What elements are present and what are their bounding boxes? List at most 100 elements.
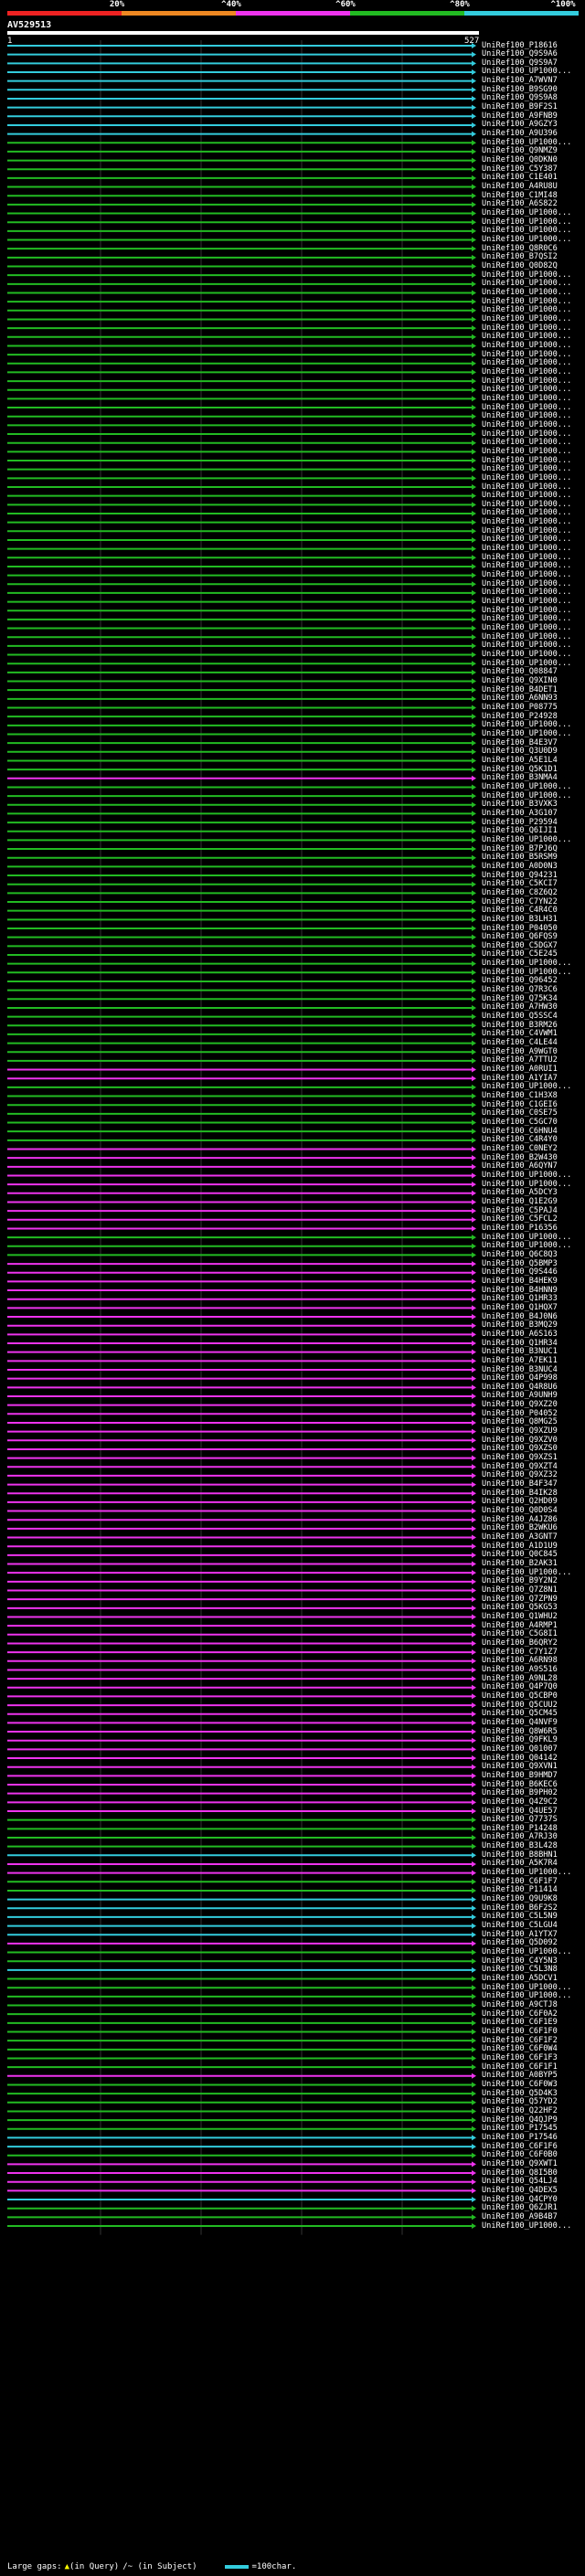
hit-label[interactable]: UniRef100_UP1000...	[482, 1083, 571, 1091]
hit-label[interactable]: UniRef100_Q9FKL9	[482, 1736, 558, 1744]
hit-label[interactable]: UniRef100_B7QSI2	[482, 253, 558, 261]
hit-label[interactable]: UniRef100_UP1000...	[482, 1180, 571, 1189]
hit-label[interactable]: UniRef100_P17546	[482, 2133, 558, 2142]
hit-label[interactable]: UniRef100_C4R4Y0	[482, 1136, 558, 1144]
hit-label[interactable]: UniRef100_C6F1F0	[482, 2028, 558, 2036]
hit-label[interactable]: UniRef100_B3L428	[482, 1842, 558, 1850]
hit-label[interactable]: UniRef100_UP1000...	[482, 341, 571, 350]
hit-label[interactable]: UniRef100_Q8R0C6	[482, 244, 558, 253]
hit-label[interactable]: UniRef100_Q9XZU9	[482, 1427, 558, 1436]
hit-label[interactable]: UniRef100_Q1HQX7	[482, 1303, 558, 1312]
hit-label[interactable]: UniRef100_Q7R3C6	[482, 986, 558, 994]
hit-label[interactable]: UniRef100_Q1HR33	[482, 1295, 558, 1303]
hit-label[interactable]: UniRef100_UP1000...	[482, 314, 571, 323]
hit-label[interactable]: UniRef100_A0D0N3	[482, 862, 558, 871]
hit-label[interactable]: UniRef100_UP1000...	[482, 632, 571, 641]
hit-label[interactable]: UniRef100_Q96452	[482, 977, 558, 985]
hit-label[interactable]: UniRef100_Q9S9A7	[482, 58, 558, 68]
hit-label[interactable]: UniRef100_A6S163	[482, 1330, 558, 1339]
hit-label[interactable]: UniRef100_C5LGU4	[482, 1922, 558, 1930]
hit-label[interactable]: UniRef100_UP1000...	[482, 571, 571, 579]
hit-label[interactable]: UniRef100_A5E1L4	[482, 756, 558, 765]
hit-label[interactable]: UniRef100_Q4R8U6	[482, 1383, 558, 1392]
hit-label[interactable]: UniRef100_Q9XVN1	[482, 1763, 558, 1771]
hit-label[interactable]: UniRef100_Q5D092	[482, 1939, 558, 1947]
hit-label[interactable]: UniRef100_A3GNT7	[482, 1533, 558, 1542]
hit-label[interactable]: UniRef100_UP1000...	[482, 791, 571, 800]
hit-label[interactable]: UniRef100_B9SG90	[482, 85, 558, 94]
hit-label[interactable]: UniRef100_C6F1F3	[482, 2053, 558, 2062]
hit-label[interactable]: UniRef100_A6RN98	[482, 1657, 558, 1665]
hit-label[interactable]: UniRef100_Q8W6R5	[482, 1727, 558, 1736]
hit-label[interactable]: UniRef100_C5DGX7	[482, 941, 558, 950]
hit-label[interactable]: UniRef100_C7YN22	[482, 897, 558, 906]
hit-label[interactable]: UniRef100_UP1000...	[482, 350, 571, 359]
hit-label[interactable]: UniRef100_A4RMP1	[482, 1621, 558, 1630]
hit-label[interactable]: UniRef100_UP1000...	[482, 1869, 571, 1877]
hit-label[interactable]: UniRef100_A5DCV1	[482, 1975, 558, 1983]
hit-label[interactable]: UniRef100_Q5K1D1	[482, 765, 558, 774]
hit-label[interactable]: UniRef100_UP1000...	[482, 659, 571, 668]
hit-label[interactable]: UniRef100_B4HEK9	[482, 1277, 558, 1286]
hit-label[interactable]: UniRef100_UP1000...	[482, 579, 571, 588]
hit-label[interactable]: UniRef100_Q6IJI1	[482, 827, 558, 835]
hit-label[interactable]: UniRef100_Q0D82Q	[482, 262, 558, 270]
hit-label[interactable]: UniRef100_UP1000...	[482, 1242, 571, 1250]
hit-label[interactable]: UniRef100_B6F2S2	[482, 1903, 558, 1913]
hit-label[interactable]: UniRef100_Q6C8Q3	[482, 1250, 558, 1259]
hit-label[interactable]: UniRef100_Q8MG25	[482, 1418, 558, 1426]
hit-label[interactable]: UniRef100_UP1000...	[482, 509, 571, 517]
hit-label[interactable]: UniRef100_UP1000...	[482, 429, 571, 439]
hit-label[interactable]: UniRef100_A9S516	[482, 1665, 558, 1674]
hit-label[interactable]: UniRef100_A6QYN7	[482, 1162, 558, 1171]
hit-label[interactable]: UniRef100_UP1000...	[482, 500, 571, 509]
hit-label[interactable]: UniRef100_Q9XZ32	[482, 1471, 558, 1479]
hit-label[interactable]: UniRef100_UP1000...	[482, 456, 571, 465]
hit-label[interactable]: UniRef100_Q3U0D9	[482, 747, 558, 756]
hit-label[interactable]: UniRef100_Q1WHU2	[482, 1612, 558, 1621]
hit-label[interactable]: UniRef100_UP1000...	[482, 588, 571, 597]
hit-label[interactable]: UniRef100_UP1000...	[482, 288, 571, 297]
hit-label[interactable]: UniRef100_Q01007	[482, 1744, 558, 1754]
hit-label[interactable]: UniRef100_UP1000...	[482, 447, 571, 456]
hit-label[interactable]: UniRef100_Q0D0S4	[482, 1507, 558, 1515]
hit-label[interactable]: UniRef100_C7Y1Z7	[482, 1648, 558, 1657]
hit-label[interactable]: UniRef100_B3MQ29	[482, 1321, 558, 1330]
hit-label[interactable]: UniRef100_C1E401	[482, 174, 558, 182]
hit-label[interactable]: UniRef100_Q54LJ4	[482, 2178, 558, 2186]
hit-label[interactable]: UniRef100_UP1000...	[482, 2221, 571, 2231]
hit-label[interactable]: UniRef100_A9NL28	[482, 1674, 558, 1683]
hit-label[interactable]: UniRef100_C4R4C0	[482, 906, 558, 915]
hit-label[interactable]: UniRef100_C5L5N9	[482, 1913, 558, 1921]
hit-label[interactable]: UniRef100_A9WGT0	[482, 1047, 558, 1056]
hit-label[interactable]: UniRef100_C5E245	[482, 950, 558, 959]
hit-label[interactable]: UniRef100_B4F347	[482, 1480, 558, 1489]
hit-label[interactable]: UniRef100_UP1000...	[482, 386, 571, 394]
hit-label[interactable]: UniRef100_B2AK31	[482, 1560, 558, 1568]
hit-label[interactable]: UniRef100_A7WVN7	[482, 77, 558, 85]
hit-label[interactable]: UniRef100_A5DCY3	[482, 1189, 558, 1197]
hit-label[interactable]: UniRef100_UP1000...	[482, 1568, 571, 1577]
hit-label[interactable]: UniRef100_UP1000...	[482, 729, 571, 738]
hit-label[interactable]: UniRef100_B3RM26	[482, 1021, 558, 1030]
hit-label[interactable]: UniRef100_A4RU8U	[482, 183, 558, 191]
hit-label[interactable]: UniRef100_Q5CBP0	[482, 1691, 558, 1701]
hit-label[interactable]: UniRef100_Q9XZS1	[482, 1454, 558, 1462]
hit-label[interactable]: UniRef100_Q9S9A8	[482, 94, 558, 102]
hit-label[interactable]: UniRef100_B4J0N6	[482, 1312, 558, 1321]
hit-label[interactable]: UniRef100_B8BHN1	[482, 1850, 558, 1860]
hit-label[interactable]: UniRef100_UP1000...	[482, 280, 571, 288]
hit-label[interactable]: UniRef100_Q7ZPN9	[482, 1595, 558, 1604]
hit-label[interactable]: UniRef100_UP1000...	[482, 624, 571, 632]
hit-label[interactable]: UniRef100_UP1000...	[482, 367, 571, 376]
hit-label[interactable]: UniRef100_Q4Z9C2	[482, 1797, 558, 1807]
hit-label[interactable]: UniRef100_A6S822	[482, 200, 558, 208]
hit-label[interactable]: UniRef100_B9HMD7	[482, 1771, 558, 1780]
hit-label[interactable]: UniRef100_Q5CUU2	[482, 1701, 558, 1710]
hit-label[interactable]: UniRef100_C0NEY2	[482, 1145, 558, 1153]
hit-label[interactable]: UniRef100_UP1000...	[482, 959, 571, 968]
hit-label[interactable]: UniRef100_Q9XIN0	[482, 677, 558, 685]
hit-label[interactable]: UniRef100_Q9XZT4	[482, 1462, 558, 1471]
hit-label[interactable]: UniRef100_UP1000...	[482, 641, 571, 650]
hit-label[interactable]: UniRef100_A1YTX7	[482, 1930, 558, 1939]
